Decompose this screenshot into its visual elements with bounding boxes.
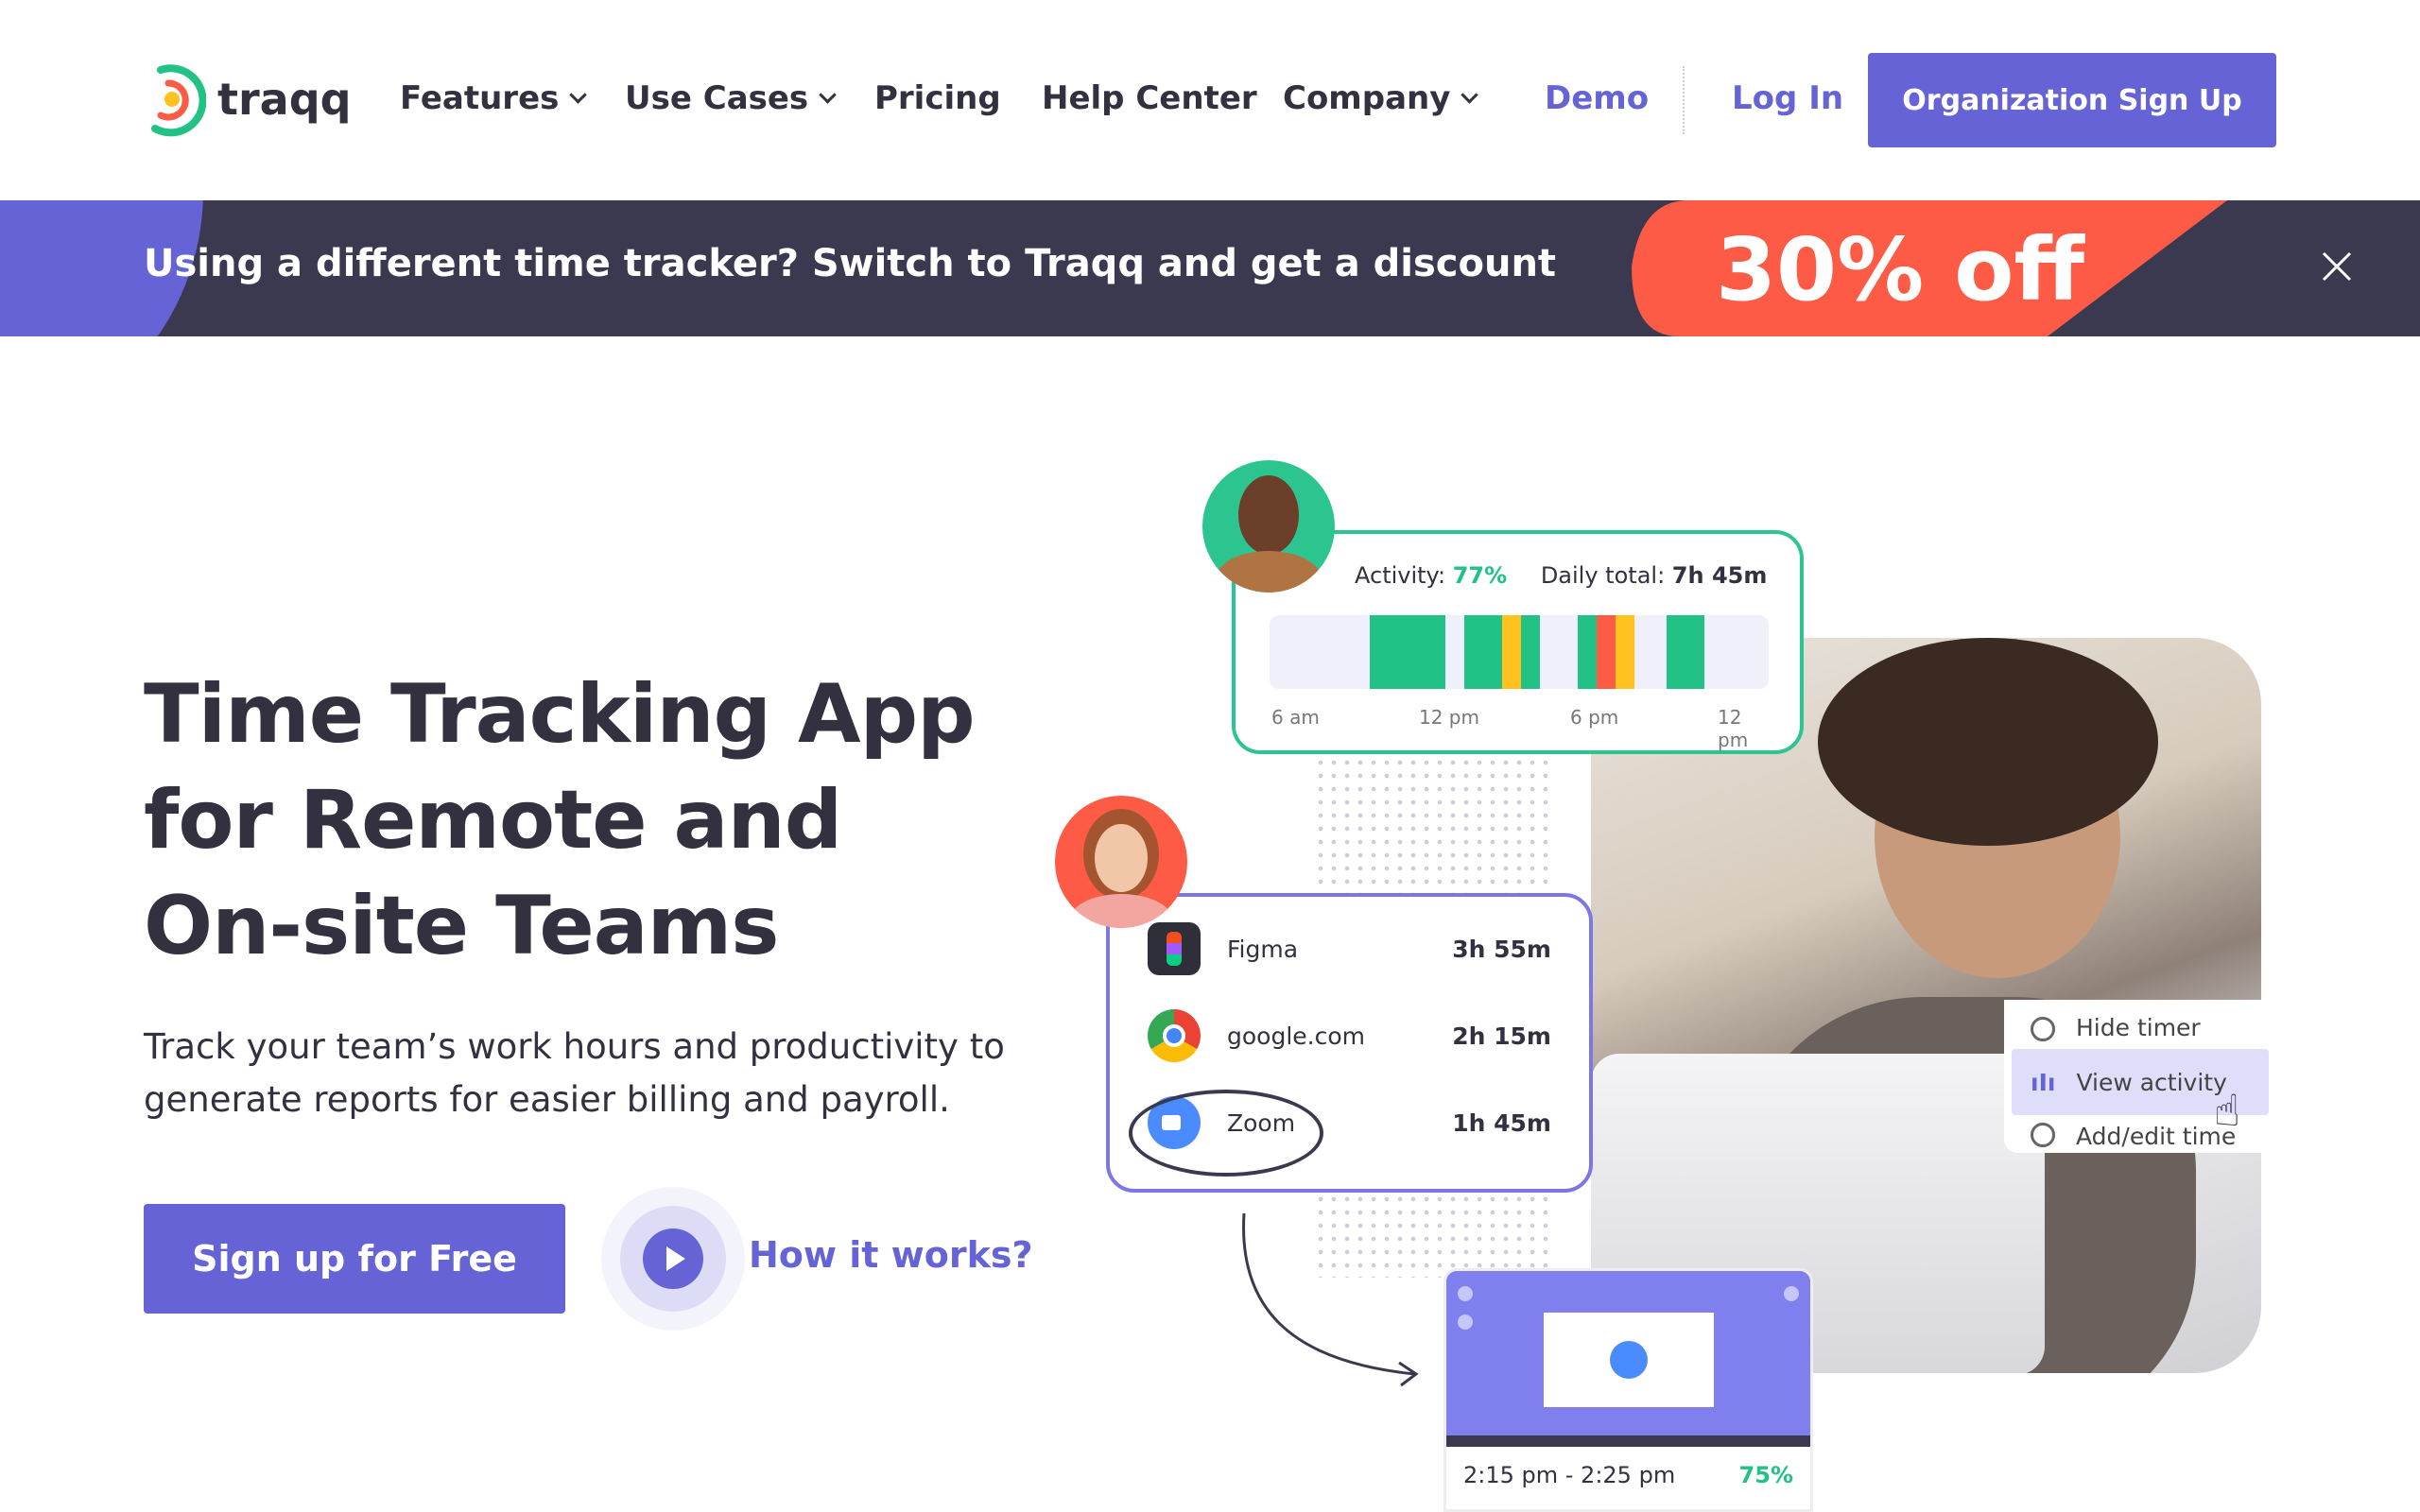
nav-help-center[interactable]: Help Center [1042,79,1257,117]
tick-12pm-2: 12 pm [1718,706,1749,751]
tick-6pm: 6 pm [1570,706,1619,729]
hand-cursor-icon: ☝ [2214,1085,2241,1136]
play-ring [620,1206,726,1312]
nav-divider [1683,66,1685,134]
hide-timer-icon [2031,1017,2055,1041]
nav-company[interactable]: Company [1283,79,1479,117]
menu-label: View activity [2076,1068,2227,1096]
chevron-down-icon [1461,86,1479,104]
zoom-icon [1610,1341,1648,1379]
screenshot-card: 2:15 pm - 2:25 pm 75% [1443,1268,1813,1512]
timeline-segment-active [1667,615,1704,689]
logo[interactable]: traqq [142,60,352,138]
nav-features-label: Features [400,79,560,117]
total-value: 7h 45m [1671,562,1768,589]
screenshot-activity: 75% [1738,1462,1793,1488]
total-label: Daily total: [1540,562,1666,589]
play-icon [643,1228,703,1289]
menu-label: Hide timer [2076,1014,2201,1041]
app-row-figma: Figma 3h 55m [1148,916,1551,982]
nav-login[interactable]: Log In [1732,79,1843,117]
close-icon[interactable] [2318,248,2356,285]
traqq-logo-icon [151,64,206,137]
nav-pricing[interactable]: Pricing [874,79,1001,117]
timeline-segment-active [1370,615,1445,689]
timeline-segment-active [1464,615,1502,689]
app-time: 2h 15m [1452,1022,1551,1050]
signup-free-button[interactable]: Sign up for Free [144,1204,565,1314]
menu-label: Add/edit time [2076,1123,2237,1150]
hero-subtitle: Track your team’s work hours and product… [144,1026,1005,1120]
title-line: for Remote and [144,773,842,868]
menu-item-hide-timer[interactable]: Hide timer [2004,1000,2276,1041]
tick-6am: 6 am [1271,706,1320,729]
figma-icon [1148,922,1201,975]
screenshot-info: 2:15 pm - 2:25 pm 75% [1446,1447,1810,1503]
app-usage-card: Figma 3h 55m google.com 2h 15m Zoom 1h 45m [1106,893,1593,1193]
nav-features[interactable]: Features [400,79,588,117]
title-line: On-site Teams [144,879,779,973]
play-button[interactable] [601,1187,745,1331]
activity-label: Activity: [1355,562,1446,589]
app-time: 1h 45m [1452,1108,1551,1137]
dot-pattern [1314,756,1550,898]
activity-stats: Activity: 77% Daily total: 7h 45m [1355,562,1767,589]
nav-demo[interactable]: Demo [1545,79,1649,117]
zoom-window [1544,1313,1714,1407]
app-name: google.com [1227,1022,1365,1050]
org-signup-button[interactable]: Organization Sign Up [1868,53,2276,147]
logo-text: traqq [217,74,352,125]
title-line: Time Tracking App [144,667,976,762]
zoom-highlight-circle [1129,1090,1323,1177]
activity-timeline: 6 am 12 pm 6 pm 12 pm [1270,615,1769,751]
hair-shape [1818,638,2158,846]
timeline-segment-low [1597,615,1616,689]
nav-use-cases-label: Use Cases [625,79,809,117]
chrome-icon [1148,1009,1201,1062]
bar-chart-icon: ıIı [2031,1068,2056,1096]
chevron-down-icon [569,86,588,104]
time-range: 2:15 pm - 2:25 pm [1463,1462,1676,1488]
clock-icon [2031,1123,2055,1147]
timeline-segment-medium [1502,615,1521,689]
timeline-segment-medium [1616,615,1634,689]
arrow-icon [1242,1212,1419,1387]
nav-company-label: Company [1283,79,1451,117]
banner-text: Using a different time tracker? Switch t… [144,242,1557,285]
how-it-works-link[interactable]: How it works? [749,1234,1033,1276]
avatar-man [1202,460,1335,593]
app-time: 3h 55m [1452,935,1551,963]
app-row-google: google.com 2h 15m [1148,1003,1551,1069]
offer-text: 30% off [1716,219,2084,320]
screen-preview [1446,1271,1810,1447]
tick-12pm: 12 pm [1419,706,1479,729]
avatar-woman [1055,796,1187,928]
activity-value: 77% [1452,562,1508,589]
promo-banner: Using a different time tracker? Switch t… [0,200,2420,336]
app-name: Figma [1227,935,1299,963]
timeline-segment-active [1578,615,1597,689]
hero-title: Time Tracking App for Remote and On-site T… [144,662,976,979]
chevron-down-icon [819,86,837,104]
timeline-segment-active [1521,615,1540,689]
nav-use-cases[interactable]: Use Cases [625,79,837,117]
